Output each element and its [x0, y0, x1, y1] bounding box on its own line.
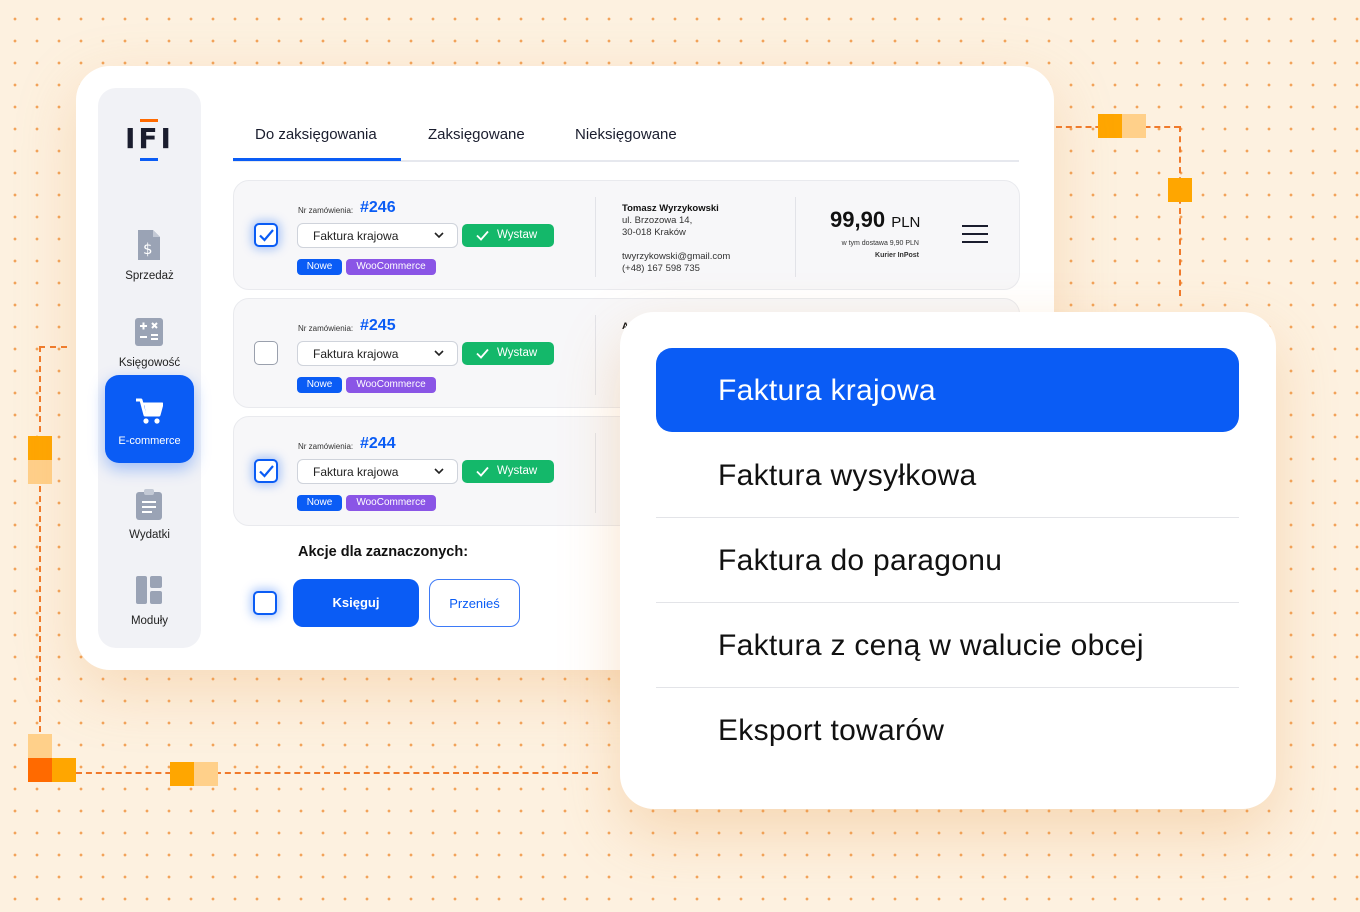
status-badge: Nowe	[297, 259, 342, 275]
dropdown-option-faktura-krajowa[interactable]: Faktura krajowa	[656, 348, 1239, 432]
dropdown-option-faktura-wysylkowa[interactable]: Faktura wysyłkowa	[656, 433, 1239, 518]
decor-dash-left	[39, 346, 41, 772]
customer-street: ul. Brzozowa 14,	[622, 215, 693, 226]
check-icon	[476, 230, 489, 241]
decor-square	[1168, 178, 1192, 202]
issue-invoice-button[interactable]: Wystaw	[462, 342, 554, 365]
decor-square	[28, 436, 52, 460]
status-badge: Nowe	[297, 377, 342, 393]
calculator-icon	[135, 318, 163, 346]
decor-square	[1098, 114, 1122, 138]
dropdown-option-faktura-waluta-obca[interactable]: Faktura z ceną w walucie obcej	[656, 603, 1239, 688]
shipping-note: w tym dostawa 9,90 PLN	[841, 240, 919, 247]
invoice-type-value: Faktura krajowa	[313, 465, 399, 479]
order-number: #244	[360, 435, 396, 452]
chevron-down-icon	[434, 232, 444, 239]
sidebar: IFI $ Sprzedaż Księgowość E-commerce Wyd…	[98, 88, 201, 648]
check-icon	[476, 466, 489, 477]
chevron-down-icon	[434, 350, 444, 357]
order-checkbox[interactable]	[254, 223, 278, 247]
customer-city: 30-018 Kraków	[622, 227, 686, 238]
sidebar-item-ksiegowosc[interactable]: Księgowość	[105, 297, 194, 385]
issue-invoice-button[interactable]: Wystaw	[462, 224, 554, 247]
customer-info: Tomasz Wyrzykowski ul. Brzozowa 14, 30-0…	[622, 203, 730, 275]
source-badge: WooCommerce	[346, 259, 436, 275]
order-number: #245	[360, 317, 396, 334]
column-divider	[595, 433, 596, 513]
tab-do-zaksiegowania[interactable]: Do zaksięgowania	[233, 126, 401, 161]
cart-icon	[136, 398, 163, 424]
order-number-label: Nr zamówienia:	[298, 206, 354, 215]
decor-dash-bottom	[76, 772, 598, 774]
source-badge: WooCommerce	[346, 377, 436, 393]
decor-square	[28, 734, 52, 758]
check-icon	[259, 465, 274, 478]
column-divider	[795, 197, 796, 277]
invoice-type-dropdown: Faktura krajowa Faktura wysyłkowa Faktur…	[620, 312, 1276, 809]
decor-square	[170, 762, 194, 786]
sidebar-item-label: Moduły	[130, 615, 169, 627]
status-badge: Nowe	[297, 495, 342, 511]
invoice-type-select[interactable]: Faktura krajowa	[297, 223, 458, 248]
modules-icon	[136, 576, 162, 604]
dropdown-option-faktura-do-paragonu[interactable]: Faktura do paragonu	[656, 518, 1239, 603]
decor-square	[1122, 114, 1146, 138]
order-checkbox[interactable]	[254, 341, 278, 365]
decor-dash-right	[1179, 126, 1181, 296]
svg-text:$: $	[143, 240, 153, 258]
source-badge: WooCommerce	[346, 495, 436, 511]
order-price: 99,90 PLN	[830, 207, 921, 232]
order-checkbox[interactable]	[254, 459, 278, 483]
invoice-dollar-icon: $	[138, 230, 160, 260]
customer-email: twyrzykowski@gmail.com	[622, 251, 731, 262]
select-all-checkbox[interactable]	[253, 591, 277, 615]
sidebar-item-wydatki[interactable]: Wydatki	[105, 469, 194, 557]
sidebar-item-label: E-commerce	[118, 435, 181, 447]
logo: IFI	[98, 119, 201, 161]
check-icon	[476, 348, 489, 359]
customer-phone: (+48) 167 598 735	[622, 263, 700, 274]
decor-square	[52, 758, 76, 782]
clipboard-icon	[136, 489, 162, 520]
customer-name: Tomasz Wyrzykowski	[622, 203, 719, 214]
sidebar-item-label: Sprzedaż	[125, 270, 174, 282]
issue-invoice-button[interactable]: Wystaw	[462, 460, 554, 483]
invoice-type-select[interactable]: Faktura krajowa	[297, 341, 458, 366]
invoice-type-value: Faktura krajowa	[313, 347, 399, 361]
invoice-type-select[interactable]: Faktura krajowa	[297, 459, 458, 484]
sidebar-item-label: Księgowość	[118, 357, 181, 369]
decor-square	[194, 762, 218, 786]
bulk-actions-title: Akcje dla zaznaczonych:	[298, 544, 469, 560]
przenies-button[interactable]: Przenieś	[429, 579, 520, 627]
column-divider	[595, 315, 596, 395]
shipping-info: w tym dostawa 9,90 PLN Kurier InPost	[842, 238, 919, 262]
sidebar-item-moduly[interactable]: Moduły	[105, 555, 194, 643]
tab-zaksiegowane[interactable]: Zaksięgowane	[428, 126, 525, 143]
order-number: #246	[360, 199, 396, 216]
hamburger-menu-icon[interactable]	[962, 225, 988, 245]
sidebar-item-sprzedaz[interactable]: $ Sprzedaż	[105, 210, 194, 298]
decor-square	[28, 460, 52, 484]
ksieguj-button[interactable]: Księguj	[293, 579, 419, 627]
sidebar-item-label: Wydatki	[129, 529, 170, 541]
invoice-type-value: Faktura krajowa	[313, 229, 399, 243]
column-divider	[595, 197, 596, 277]
chevron-down-icon	[434, 468, 444, 475]
decor-dash-left-top	[39, 346, 67, 348]
order-row: Nr zamówienia: #246 Faktura krajowa Wyst…	[233, 180, 1020, 290]
sidebar-item-ecommerce[interactable]: E-commerce	[105, 375, 194, 463]
order-number-label: Nr zamówienia:	[298, 324, 354, 333]
check-icon	[259, 229, 274, 242]
decor-square	[28, 758, 52, 782]
tab-bar: Do zaksięgowania Zaksięgowane Nieksięgow…	[233, 112, 1019, 162]
tab-nieksiegowane[interactable]: Nieksięgowane	[575, 126, 677, 143]
order-number-label: Nr zamówienia:	[298, 442, 354, 451]
carrier-name: Kurier InPost	[875, 252, 919, 259]
dropdown-option-eksport-towarow[interactable]: Eksport towarów	[656, 688, 1239, 773]
